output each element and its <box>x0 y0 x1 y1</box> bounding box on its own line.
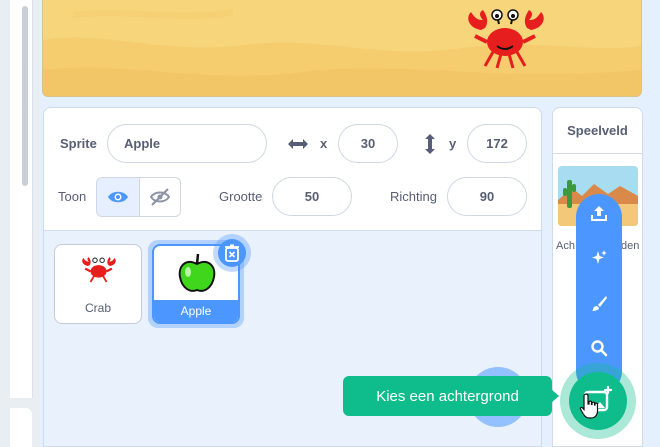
sprite-name-value: Apple <box>124 136 161 151</box>
direction-value: 90 <box>479 189 495 204</box>
upload-backdrop-button[interactable] <box>585 199 613 227</box>
sprite-name-field[interactable]: Apple <box>107 124 267 163</box>
paint-backdrop-button[interactable] <box>585 289 613 317</box>
show-button[interactable] <box>97 178 140 216</box>
sand-background <box>43 9 641 96</box>
search-backdrop-button[interactable] <box>585 334 613 362</box>
trash-icon <box>225 244 239 262</box>
x-position-field[interactable]: 30 <box>338 124 398 163</box>
size-value: 50 <box>304 189 320 204</box>
visibility-toggle <box>96 177 181 217</box>
code-area-lower <box>10 408 32 447</box>
direction-label: Richting <box>390 189 437 204</box>
y-position-field[interactable]: 172 <box>467 124 527 163</box>
y-arrows-icon <box>420 132 440 161</box>
sprite-tile-label: Crab <box>84 301 111 315</box>
crab-thumbnail <box>82 257 116 283</box>
tooltip-arrow <box>551 389 559 403</box>
search-icon <box>591 340 608 357</box>
paint-icon <box>592 296 607 311</box>
eye-slash-icon <box>149 188 171 206</box>
x-arrows-icon <box>286 134 310 159</box>
apple-thumbnail <box>178 253 216 292</box>
choose-backdrop-tooltip: Kies een achtergrond <box>343 376 552 416</box>
sprite-label: Sprite <box>60 136 97 151</box>
size-label: Grootte <box>219 189 263 204</box>
y-label: y <box>449 136 457 151</box>
backdrop-label-start: Ach <box>556 240 575 252</box>
hide-button[interactable] <box>139 178 180 216</box>
sprite-tile-crab[interactable]: Crab <box>54 244 142 324</box>
choose-backdrop-button[interactable] <box>569 372 627 430</box>
size-field[interactable]: 50 <box>272 177 352 216</box>
delete-sprite-button[interactable] <box>218 239 246 267</box>
show-label: Toon <box>58 189 87 204</box>
surprise-backdrop-button[interactable] <box>585 244 613 272</box>
upload-icon <box>591 206 607 221</box>
x-value: 30 <box>360 136 376 151</box>
hand-cursor-icon <box>579 393 599 419</box>
crab-sprite-on-stage[interactable] <box>461 8 551 70</box>
stage-pane-title: Speelveld <box>553 108 642 154</box>
x-label: x <box>320 136 328 151</box>
code-area-scrollbar[interactable] <box>22 6 28 186</box>
surprise-icon <box>592 250 607 264</box>
direction-field[interactable]: 90 <box>447 177 527 216</box>
backdrop-label-end: den <box>620 240 640 252</box>
eye-icon <box>108 191 128 203</box>
sprite-tile-label: Apple <box>154 300 238 322</box>
stage-canvas[interactable] <box>42 0 642 97</box>
y-value: 172 <box>486 136 508 151</box>
